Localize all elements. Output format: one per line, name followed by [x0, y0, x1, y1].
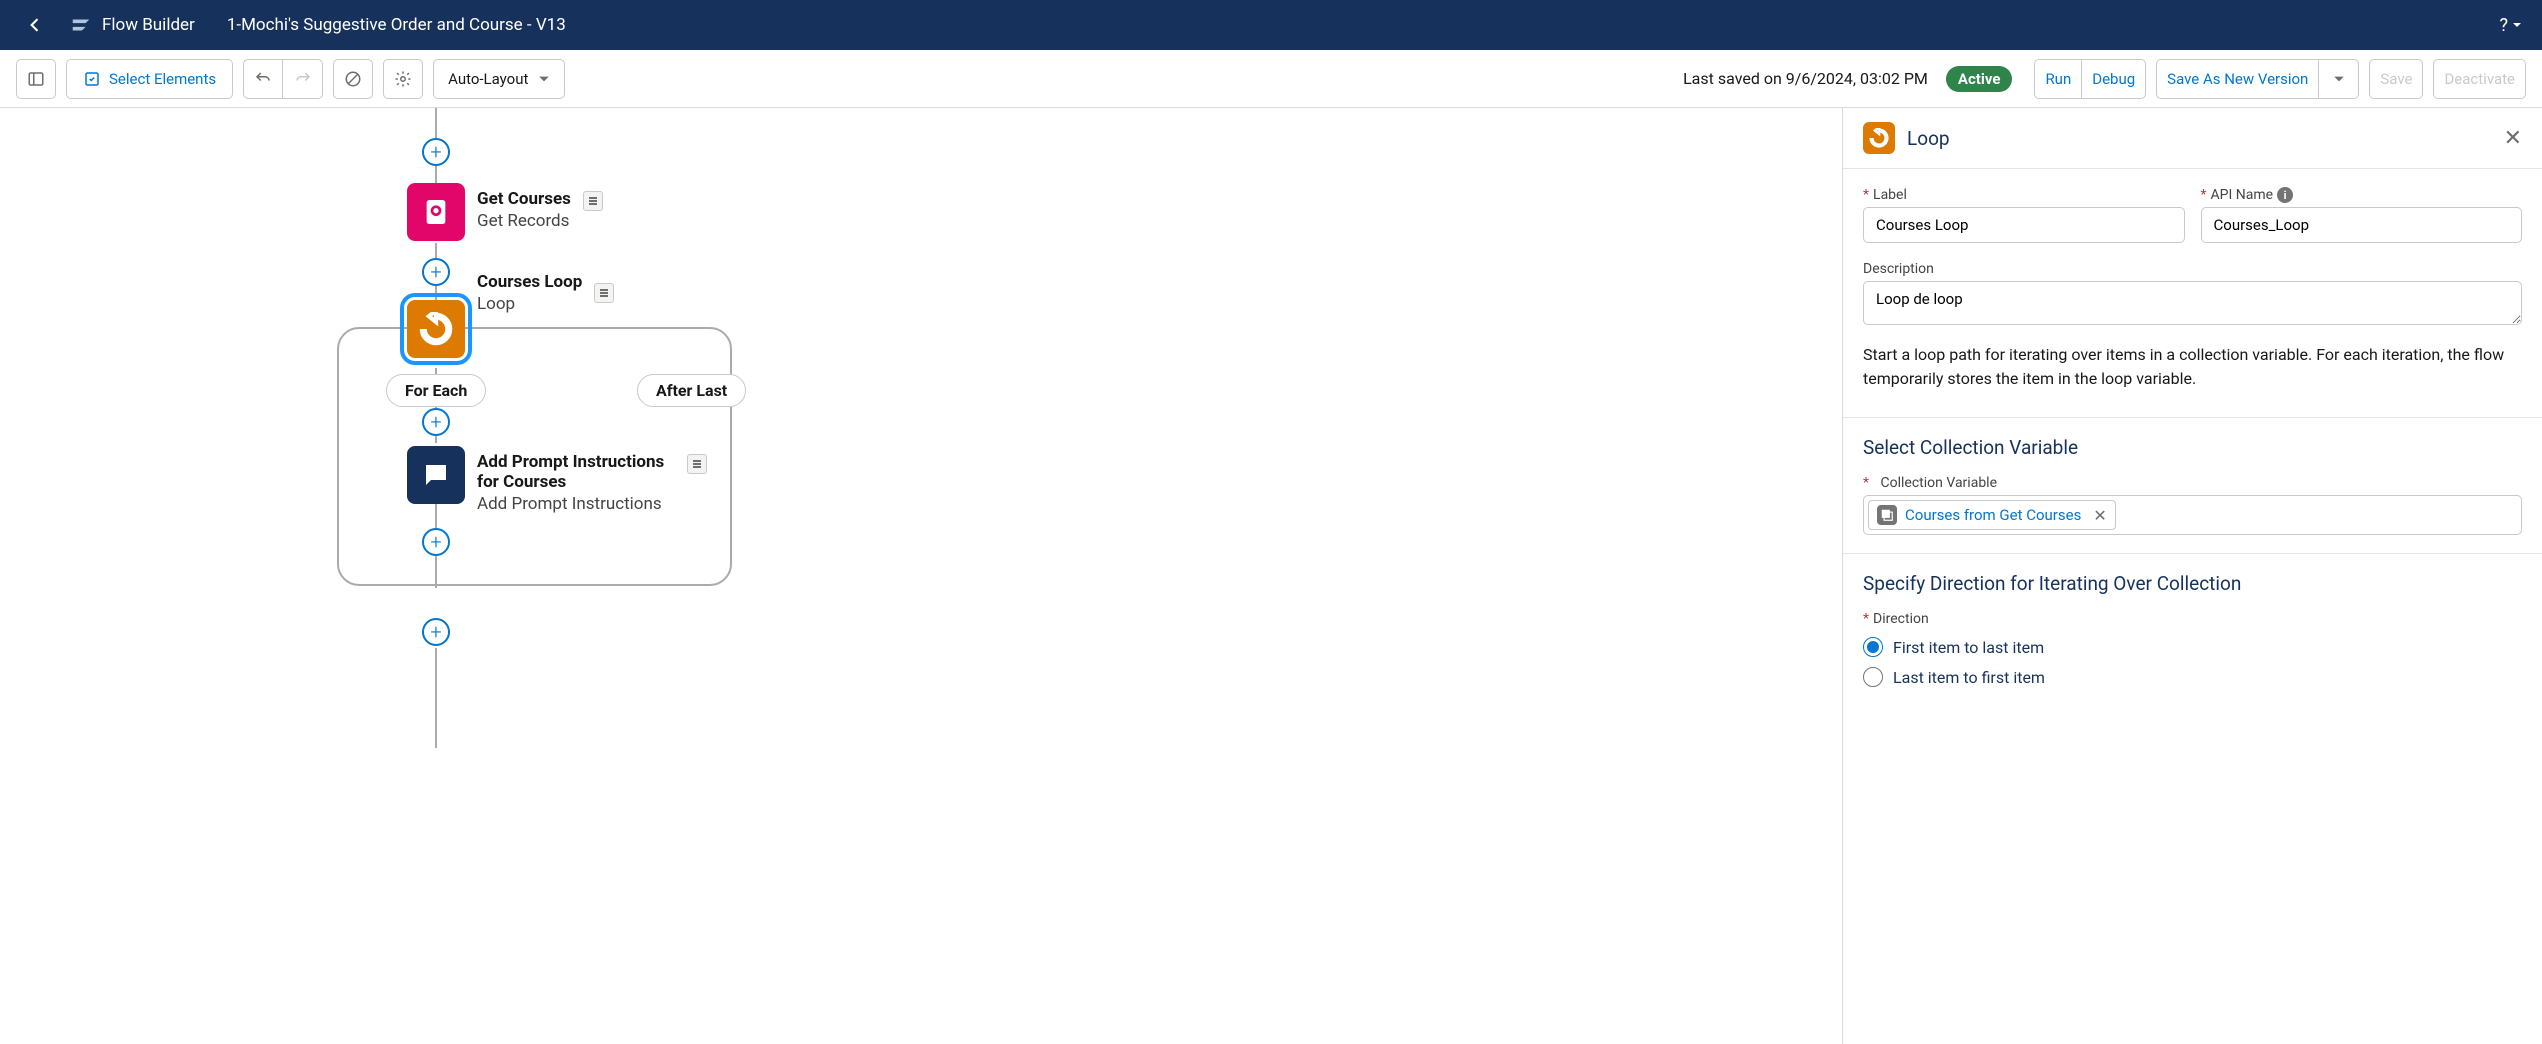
loop-node-icon-wrapper[interactable]: [407, 300, 465, 358]
radio-last-to-first[interactable]: [1863, 667, 1883, 687]
last-saved-text: Last saved on 9/6/2024, 03:02 PM: [1683, 69, 1928, 88]
get-records-icon: [407, 183, 465, 241]
after-last-pill: After Last: [637, 374, 746, 407]
status-badge: Active: [1946, 66, 2013, 92]
description-field-label: Description: [1863, 261, 2522, 277]
add-element-button[interactable]: +: [422, 408, 450, 436]
loop-help-text: Start a loop path for iterating over ite…: [1863, 343, 2522, 391]
description-input[interactable]: [1863, 281, 2522, 325]
undo-button[interactable]: [243, 59, 283, 99]
panel-header: Loop ✕: [1843, 108, 2542, 169]
add-prompt-node[interactable]: Add Prompt Instructions for Courses Add …: [407, 446, 707, 514]
save-as-new-dropdown[interactable]: [2319, 59, 2359, 99]
save-button: Save: [2369, 59, 2423, 99]
direction-first-to-last[interactable]: First item to last item: [1863, 637, 2522, 657]
direction-label: *Direction: [1863, 611, 2522, 627]
auto-layout-label: Auto-Layout: [448, 70, 528, 88]
help-menu[interactable]: ?: [2499, 15, 2522, 36]
add-element-button[interactable]: +: [422, 618, 450, 646]
app-name: Flow Builder: [102, 15, 195, 35]
app-header: Flow Builder 1-Mochi's Suggestive Order …: [0, 0, 2542, 50]
connectors: [0, 108, 1842, 1044]
api-name-field-label: *API Name i: [2201, 187, 2523, 203]
node-title: Add Prompt Instructions for Courses: [477, 452, 675, 492]
api-name-input[interactable]: [2201, 207, 2523, 243]
debug-button[interactable]: Debug: [2082, 59, 2146, 99]
label-input[interactable]: [1863, 207, 2185, 243]
token-label: Courses from Get Courses: [1905, 506, 2081, 524]
node-subtitle: Add Prompt Instructions: [477, 494, 675, 514]
chevron-down-icon: [2512, 20, 2522, 30]
flow-name: 1-Mochi's Suggestive Order and Course - …: [227, 15, 566, 35]
collection-token[interactable]: Courses from Get Courses ✕: [1868, 500, 2116, 530]
collection-icon: [1877, 505, 1897, 525]
toggle-panel-button[interactable]: [16, 59, 56, 99]
for-each-pill: For Each: [386, 374, 486, 407]
prompt-icon: [407, 446, 465, 504]
back-button[interactable]: [20, 10, 50, 40]
loop-icon: [407, 300, 465, 358]
select-collection-title: Select Collection Variable: [1863, 436, 2522, 459]
chevron-down-icon: [2333, 73, 2345, 85]
direction-last-to-first[interactable]: Last item to first item: [1863, 667, 2522, 687]
node-menu-icon[interactable]: [687, 454, 707, 474]
add-element-button[interactable]: +: [422, 528, 450, 556]
collection-variable-input[interactable]: Courses from Get Courses ✕: [1863, 495, 2522, 535]
node-menu-icon[interactable]: [583, 191, 603, 211]
get-records-node[interactable]: Get Courses Get Records: [407, 183, 603, 241]
info-icon[interactable]: i: [2277, 187, 2293, 203]
panel-title: Loop: [1907, 127, 1950, 150]
auto-layout-dropdown[interactable]: Auto-Layout: [433, 59, 565, 99]
flow-builder-icon: [70, 14, 92, 36]
help-icon: ?: [2499, 15, 2508, 36]
node-title: Courses Loop: [477, 272, 582, 292]
node-subtitle: Loop: [477, 294, 582, 314]
radio-first-to-last[interactable]: [1863, 637, 1883, 657]
properties-panel: Loop ✕ *Label *API Name i Description St…: [1842, 108, 2542, 1044]
node-subtitle: Get Records: [477, 211, 571, 231]
collection-variable-label: * Collection Variable: [1863, 475, 2522, 491]
app-logo: Flow Builder: [70, 14, 195, 36]
run-button[interactable]: Run: [2034, 59, 2082, 99]
main: + Get Courses Get Records + Courses Loop…: [0, 108, 2542, 1044]
remove-token-button[interactable]: ✕: [2093, 506, 2106, 525]
deactivate-button: Deactivate: [2433, 59, 2526, 99]
node-title: Get Courses: [477, 189, 571, 209]
add-element-button[interactable]: +: [422, 138, 450, 166]
label-field-label: *Label: [1863, 187, 2185, 203]
loop-icon: [1863, 122, 1895, 154]
specify-direction-title: Specify Direction for Iterating Over Col…: [1863, 572, 2522, 595]
toolbar: Select Elements Auto-Layout Last saved o…: [0, 50, 2542, 108]
select-elements-label: Select Elements: [109, 70, 216, 88]
save-as-new-button[interactable]: Save As New Version: [2156, 59, 2319, 99]
chevron-down-icon: [538, 73, 550, 85]
close-panel-button[interactable]: ✕: [2504, 126, 2522, 151]
settings-button[interactable]: [383, 59, 423, 99]
block-button[interactable]: [333, 59, 373, 99]
redo-button[interactable]: [283, 59, 323, 99]
flow-canvas[interactable]: + Get Courses Get Records + Courses Loop…: [0, 108, 1842, 1044]
node-menu-icon[interactable]: [594, 283, 614, 303]
select-elements-button[interactable]: Select Elements: [66, 59, 233, 99]
